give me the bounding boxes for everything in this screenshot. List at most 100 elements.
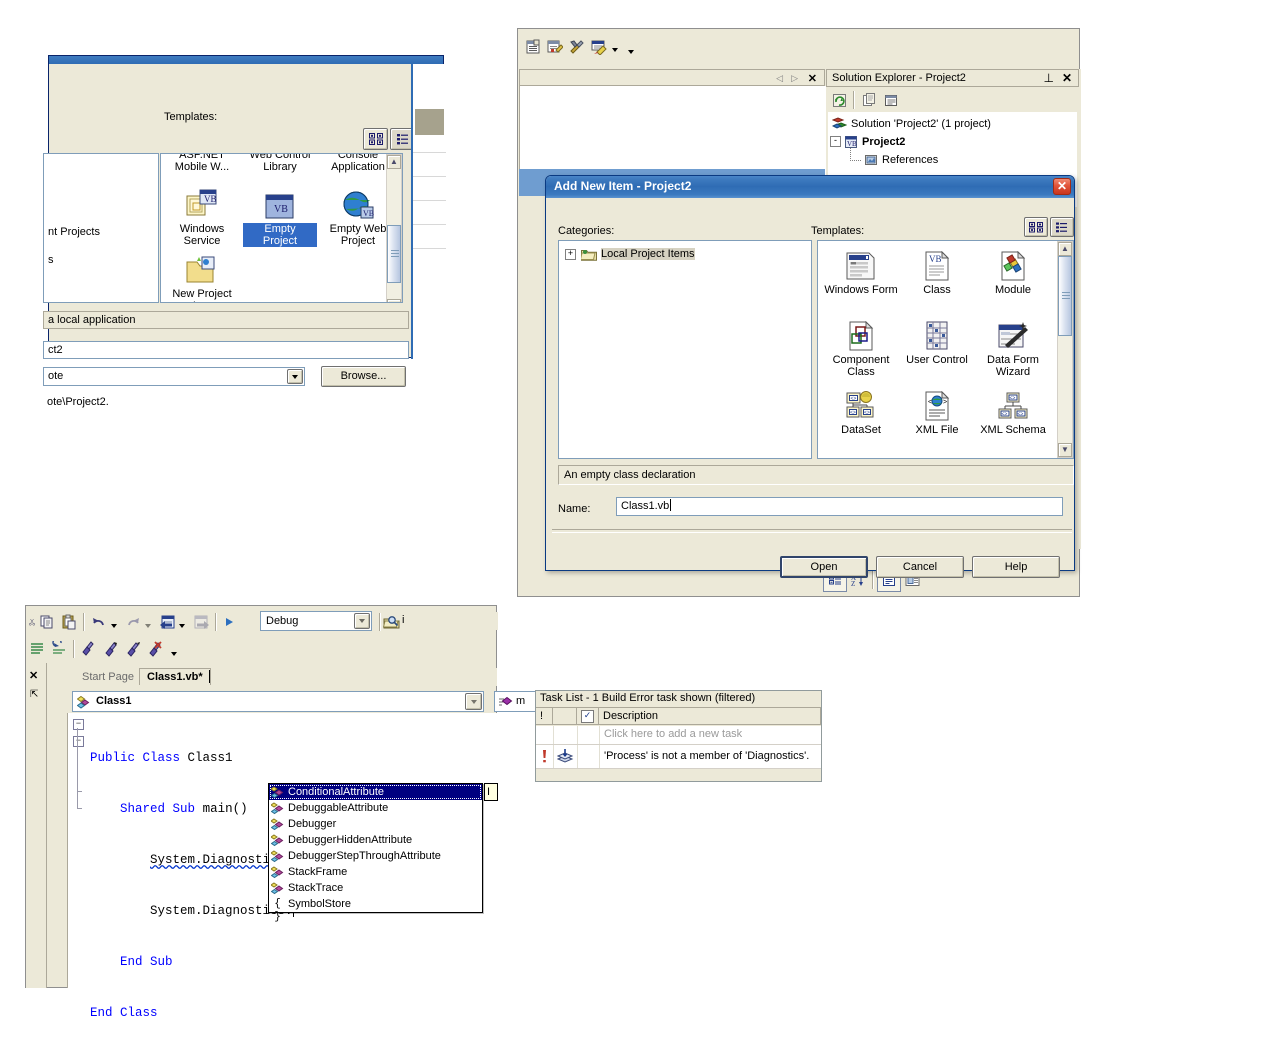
editor-tabstrip[interactable]: Start Page Class1.vb* xyxy=(69,668,497,686)
ani-templates-scrollbar[interactable]: ▲ ▼ xyxy=(1057,241,1073,458)
np-scroll-up-button[interactable]: ▲ xyxy=(387,155,401,169)
ani-category-expander[interactable]: + xyxy=(565,248,576,260)
ani-help-button[interactable]: Help xyxy=(972,556,1060,578)
np-scroll-down-button[interactable]: ▼ xyxy=(387,299,401,302)
fold-box-sub[interactable]: − xyxy=(73,736,84,747)
configuration-combo[interactable]: Debug xyxy=(260,611,372,631)
np-template-empty-project[interactable]: VB Empty Project xyxy=(243,186,317,247)
close-icon[interactable]: ✕ xyxy=(1062,71,1072,85)
chevron-down-icon[interactable] xyxy=(179,623,185,628)
comment-icon[interactable] xyxy=(26,638,48,660)
outlining-gutter[interactable]: − − xyxy=(68,713,90,988)
intellisense-item-0[interactable]: ConditionalAttribute xyxy=(269,784,482,800)
properties-icon[interactable] xyxy=(880,89,902,111)
ani-template-xml-schema[interactable]: <> <> <> XML Schema xyxy=(976,387,1050,436)
uncomment-icon[interactable] xyxy=(48,638,70,660)
ani-category-node[interactable]: + Local Project Items xyxy=(565,246,695,262)
ani-scroll-thumb[interactable] xyxy=(1058,256,1072,336)
highlighter-icon[interactable] xyxy=(588,36,610,58)
ani-open-button[interactable]: Open xyxy=(780,556,868,578)
tools-icon[interactable] xyxy=(566,36,588,58)
ide-toolbar[interactable] xyxy=(522,35,634,59)
cut-icon[interactable] xyxy=(28,611,36,633)
property-pages-icon[interactable] xyxy=(544,36,566,58)
np-categories-tree[interactable]: nt Projects s xyxy=(43,153,159,303)
task-col-icon[interactable] xyxy=(553,708,577,725)
find-in-files-icon[interactable] xyxy=(380,611,402,633)
bookmark-icon[interactable] xyxy=(78,638,100,660)
prev-bookmark-icon[interactable] xyxy=(122,638,144,660)
ani-name-input[interactable]: Class1.vb xyxy=(616,497,1063,516)
solution-explorer-toolbar[interactable] xyxy=(828,89,902,111)
tree-expander-project[interactable]: - xyxy=(830,136,841,147)
properties-window-icon[interactable] xyxy=(522,36,544,58)
dock-pin-icon[interactable]: ⇱ xyxy=(30,689,38,700)
ani-scroll-up-button[interactable]: ▲ xyxy=(1058,242,1072,256)
np-location-combo[interactable]: ote xyxy=(43,367,305,386)
intellisense-item-4[interactable]: DebuggerStepThroughAttribute xyxy=(269,848,482,864)
ani-template-component-class[interactable]: Component Class xyxy=(824,317,898,378)
ani-categories-tree[interactable]: + Local Project Items xyxy=(558,240,812,459)
task-new-row[interactable]: Click here to add a new task xyxy=(536,726,821,745)
np-template-empty-web-project[interactable]: VB Empty Web Project xyxy=(321,186,395,247)
start-icon[interactable] xyxy=(220,611,238,633)
np-templates-list[interactable]: ASP.NET Mobile W... Web Control Library … xyxy=(160,153,403,303)
tree-node-project[interactable]: - VB Project2 xyxy=(830,134,905,150)
clear-bookmarks-icon[interactable] xyxy=(144,638,166,660)
tree-node-solution[interactable]: Solution 'Project2' (1 project) xyxy=(832,116,991,132)
intellisense-item-1[interactable]: DebuggableAttribute xyxy=(269,800,482,816)
fold-box-class[interactable]: − xyxy=(73,719,84,730)
intellisense-item-7[interactable]: { } SymbolStore xyxy=(269,896,482,923)
task-list-row[interactable]: 'Process' is not a member of 'Diagnostic… xyxy=(536,745,821,769)
np-template-new-project-in[interactable]: New Project In... xyxy=(165,251,239,302)
doc-next-icon[interactable]: ▷ xyxy=(791,73,798,84)
ani-template-data-form-wizard[interactable]: Data Form Wizard xyxy=(976,317,1050,378)
np-template-windows-service[interactable]: VB Windows Service xyxy=(165,186,239,247)
ani-cancel-button[interactable]: Cancel xyxy=(876,556,964,578)
copy-icon[interactable] xyxy=(36,611,58,633)
chevron-down-icon[interactable] xyxy=(171,651,177,656)
ani-large-icons-button[interactable] xyxy=(1024,217,1048,237)
ani-templates-list[interactable]: Windows Form VB Class Module Component C… xyxy=(817,240,1074,459)
find-input[interactable]: i xyxy=(400,612,498,630)
refresh-icon[interactable] xyxy=(828,89,850,111)
chevron-down-icon[interactable] xyxy=(111,623,117,628)
doc-prev-icon[interactable]: ◁ xyxy=(776,73,783,84)
ani-template-xml-file[interactable]: < > XML File xyxy=(900,387,974,436)
ani-template-module[interactable]: Module xyxy=(976,247,1050,296)
task-col-check[interactable]: ✓ xyxy=(577,708,599,725)
dock-close-icon[interactable]: ✕ xyxy=(29,669,38,682)
undo-icon[interactable] xyxy=(88,611,110,633)
navigate-forward-icon[interactable] xyxy=(190,611,212,633)
intellisense-item-3[interactable]: DebuggerHiddenAttribute xyxy=(269,832,482,848)
np-scroll-thumb[interactable] xyxy=(387,225,401,283)
np-large-icons-button[interactable] xyxy=(363,128,388,150)
tab-class1-vb[interactable]: Class1.vb* xyxy=(139,668,211,685)
navigate-back-icon[interactable] xyxy=(156,611,178,633)
redo-icon[interactable] xyxy=(122,611,144,633)
editor-toolbar-text[interactable] xyxy=(26,636,177,662)
chevron-down-icon[interactable] xyxy=(612,48,618,52)
show-all-files-icon[interactable] xyxy=(858,89,880,111)
doc-close-icon[interactable]: ✕ xyxy=(808,72,817,85)
configuration-dropdown-button[interactable] xyxy=(354,613,370,629)
ani-template-user-control[interactable]: User Control xyxy=(900,317,974,366)
np-name-input[interactable]: ct2 xyxy=(43,341,409,359)
editor-toolbar-standard[interactable]: Debug i xyxy=(28,610,498,634)
tree-node-references[interactable]: References xyxy=(864,152,938,168)
ani-template-class[interactable]: VB Class xyxy=(900,247,974,296)
add-new-item-close-button[interactable]: ✕ xyxy=(1053,178,1071,195)
pin-icon[interactable]: ⊥ xyxy=(1044,71,1054,85)
np-location-dropdown-button[interactable] xyxy=(287,369,303,384)
tab-start-page[interactable]: Start Page xyxy=(75,669,141,686)
ani-scroll-down-button[interactable]: ▼ xyxy=(1058,443,1072,457)
np-browse-button[interactable]: Browse... xyxy=(321,366,406,387)
intellisense-item-2[interactable]: Debugger xyxy=(269,816,482,832)
ani-template-windows-form[interactable]: Windows Form xyxy=(824,247,898,296)
ani-small-icons-button[interactable] xyxy=(1050,217,1074,237)
paste-icon[interactable] xyxy=(58,611,80,633)
chevron-down-icon[interactable] xyxy=(145,623,151,628)
intellisense-item-5[interactable]: StackFrame xyxy=(269,864,482,880)
next-bookmark-icon[interactable] xyxy=(100,638,122,660)
intellisense-item-6[interactable]: StackTrace xyxy=(269,880,482,896)
